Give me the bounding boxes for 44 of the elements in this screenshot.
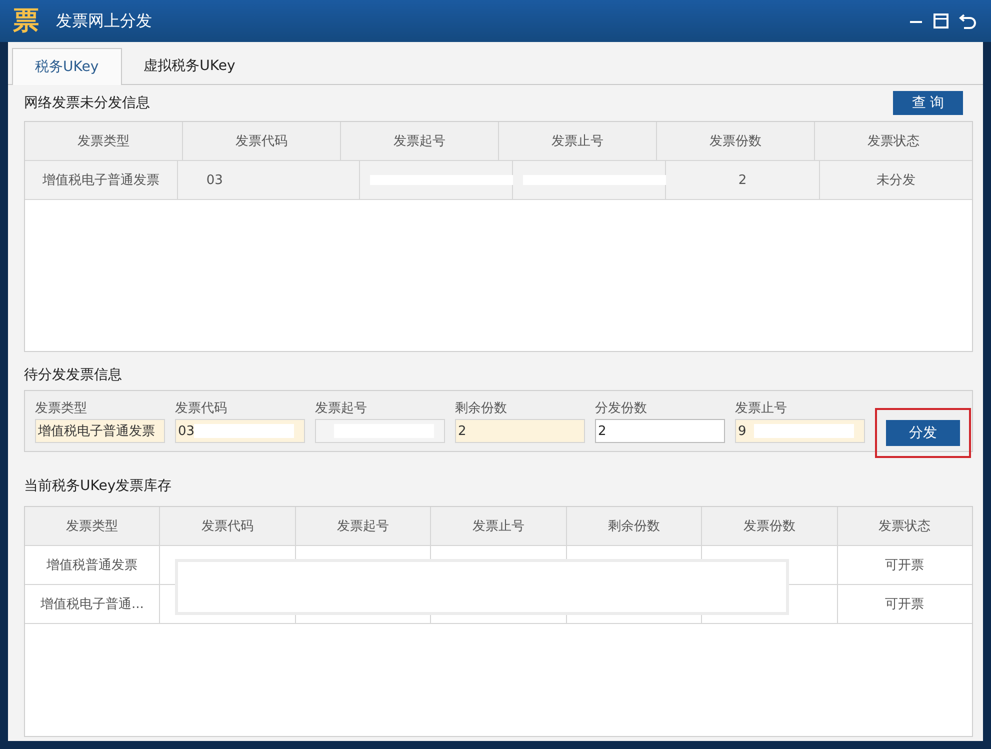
column-header: 发票份数 xyxy=(702,507,838,546)
column-header: 发票起号 xyxy=(341,122,499,161)
field-label: 剩余份数 xyxy=(455,400,508,417)
section-title: 待分发发票信息 xyxy=(24,366,122,384)
column-header: 发票止号 xyxy=(431,507,567,546)
field-value: 9 xyxy=(737,424,746,438)
column-header: 发票类型 xyxy=(25,122,183,161)
table-cell: 增值税电子普通发票 xyxy=(25,161,178,200)
field-label: 分发份数 xyxy=(595,400,648,417)
table-cell: 增值税电子普通... xyxy=(25,585,160,624)
tab[interactable]: 虚拟税务UKey xyxy=(122,48,258,84)
column-header: 发票代码 xyxy=(183,122,341,161)
maximize-icon[interactable] xyxy=(933,13,949,29)
table-cell: 增值税普通发票 xyxy=(25,546,160,585)
field-value: 03 xyxy=(177,424,195,438)
field-label: 发票代码 xyxy=(175,400,228,417)
field-value: 2 xyxy=(597,424,606,438)
column-header: 发票止号 xyxy=(499,122,657,161)
tab[interactable]: 税务UKey xyxy=(12,48,122,85)
table-cell: 可开票 xyxy=(838,585,972,624)
column-header: 发票状态 xyxy=(815,122,972,161)
input-field[interactable]: 2 xyxy=(595,419,725,443)
table-cell: 未分发 xyxy=(820,161,972,200)
field-label: 发票起号 xyxy=(315,400,368,417)
column-header: 剩余份数 xyxy=(566,507,702,546)
back-arrow-icon[interactable] xyxy=(959,13,977,29)
table-cell: 03 xyxy=(178,161,360,200)
distribute-button[interactable]: 分发 xyxy=(886,420,960,446)
table-cell: 2 xyxy=(666,161,820,200)
section-title: 网络发票未分发信息 xyxy=(24,94,150,112)
section-title: 当前税务UKey发票库存 xyxy=(24,477,172,495)
field-value: 增值税电子普通发票 xyxy=(37,422,155,440)
column-header: 发票状态 xyxy=(838,507,972,546)
field-label: 发票类型 xyxy=(35,400,88,417)
column-header: 发票份数 xyxy=(657,122,815,161)
column-header: 发票代码 xyxy=(160,507,296,546)
column-header: 发票起号 xyxy=(296,507,432,546)
app-logo-icon: 票 xyxy=(10,5,42,37)
window-title: 发票网上分发 xyxy=(56,10,153,32)
query-button[interactable]: 查 询 xyxy=(893,91,963,115)
field-label: 发票止号 xyxy=(735,400,788,417)
column-header: 发票类型 xyxy=(25,507,160,546)
table-cell: 可开票 xyxy=(838,546,972,585)
field-value: 2 xyxy=(457,424,466,438)
